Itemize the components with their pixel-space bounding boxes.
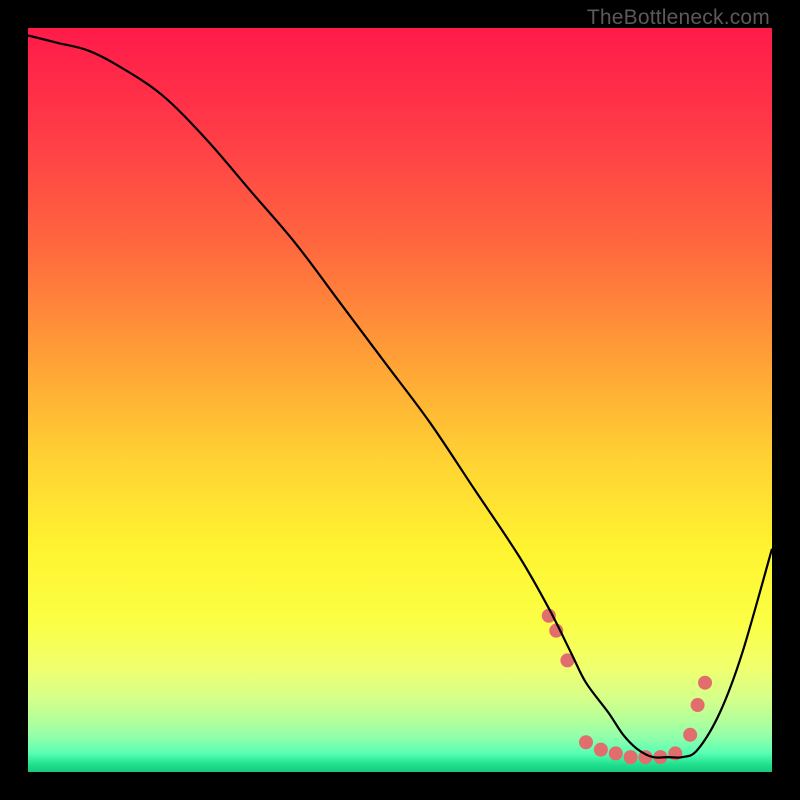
marker-dot — [698, 676, 712, 690]
marker-dot — [609, 746, 623, 760]
marker-dot — [691, 698, 705, 712]
marker-dot — [683, 728, 697, 742]
chart-canvas: TheBottleneck.com — [0, 0, 800, 800]
marker-dot — [594, 743, 608, 757]
marker-dot — [579, 735, 593, 749]
bottleneck-curve — [28, 35, 772, 757]
marker-dot — [624, 750, 638, 764]
plot-area — [28, 28, 772, 772]
watermark-text: TheBottleneck.com — [587, 6, 770, 30]
curve-layer — [28, 28, 772, 772]
